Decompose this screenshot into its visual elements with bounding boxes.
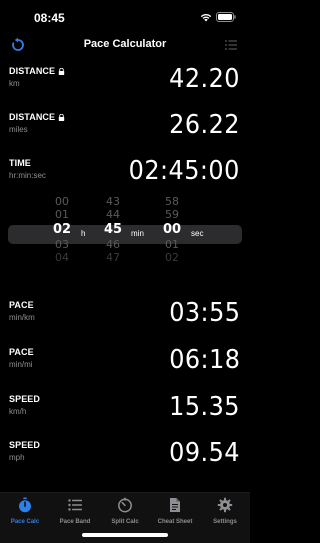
picker-seconds-above-1: 58: [165, 195, 179, 208]
wifi-icon: [200, 13, 212, 21]
home-indicator: [82, 533, 168, 537]
picker-hours-column[interactable]: 00 01 02 03 04: [42, 195, 82, 264]
time-row[interactable]: TIME hr:min:sec 02:45:00: [0, 156, 250, 196]
distance-km-value[interactable]: 42.20: [169, 64, 240, 94]
picker-minutes-column[interactable]: 43 44 45 46 47: [93, 195, 133, 264]
picker-hours-below-2: 04: [55, 250, 69, 264]
picker-seconds-above-2: 59: [165, 207, 179, 221]
pace-km-value[interactable]: 03:55: [169, 298, 240, 328]
speed-kmh-value[interactable]: 15.35: [169, 392, 240, 422]
tab-split-calc[interactable]: Split Calc: [100, 497, 150, 525]
time-value[interactable]: 02:45:00: [129, 156, 240, 186]
status-time: 08:45: [34, 11, 65, 25]
list-icon: [68, 499, 82, 511]
distance-mi-value[interactable]: 26.22: [169, 110, 240, 140]
picker-seconds-below-2: 02: [165, 250, 179, 264]
distance-mi-row[interactable]: DISTANCE miles 26.22: [0, 110, 250, 150]
distance-km-label-group: DISTANCE: [9, 66, 65, 76]
pace-km-unit: min/km: [9, 313, 35, 322]
pace-mi-value[interactable]: 06:18: [169, 345, 240, 375]
picker-minutes-selected[interactable]: 45: [93, 223, 133, 237]
pace-mi-label: PACE: [9, 347, 34, 357]
tab-label: Pace Calc: [10, 519, 40, 525]
picker-seconds-below-1: 01: [165, 238, 179, 252]
pace-km-row[interactable]: PACE min/km 03:55: [0, 298, 250, 338]
tab-label: Split Calc: [111, 519, 139, 525]
gear-icon: [217, 497, 233, 513]
speed-mph-row[interactable]: SPEED mph 09.54: [0, 438, 250, 478]
picker-minutes-below-2: 47: [106, 250, 120, 264]
picker-hours-unit: h: [81, 229, 86, 238]
stopwatch-icon: [19, 497, 31, 513]
tab-cheat-sheet[interactable]: Cheat Sheet: [150, 497, 200, 525]
tab-label: Settings: [213, 519, 237, 525]
distance-mi-unit: miles: [9, 125, 28, 134]
distance-km-unit: km: [9, 79, 20, 88]
picker-minutes-unit: min: [131, 229, 144, 238]
tab-settings[interactable]: Settings: [200, 497, 250, 525]
pace-mi-row[interactable]: PACE min/mi 06:18: [0, 345, 250, 385]
speed-mph-label: SPEED: [9, 440, 41, 450]
speed-kmh-row[interactable]: SPEED km/h 15.35: [0, 392, 250, 432]
time-label: TIME: [9, 158, 31, 168]
picker-minutes-below-1: 46: [106, 238, 120, 252]
picker-hours-above-1: 00: [55, 195, 69, 208]
status-bar: 08:45: [0, 0, 250, 34]
tab-label: Pace Band: [59, 519, 91, 525]
distance-km-row[interactable]: DISTANCE km 42.20: [0, 64, 250, 104]
list-menu-icon[interactable]: [224, 38, 238, 52]
nav-bar: Pace Calculator: [0, 34, 250, 56]
tab-pace-calc[interactable]: Pace Calc: [0, 497, 50, 525]
picker-seconds-unit: sec: [191, 229, 204, 238]
lock-icon: [58, 113, 65, 121]
picker-hours-above-2: 01: [55, 207, 69, 221]
speed-mph-unit: mph: [9, 453, 25, 462]
picker-seconds-column[interactable]: 58 59 00 01 02: [152, 195, 192, 264]
picker-minutes-above-1: 43: [106, 195, 120, 208]
document-icon: [170, 498, 180, 512]
distance-km-label: DISTANCE: [9, 66, 56, 76]
tab-label: Cheat Sheet: [157, 519, 193, 525]
speed-mph-value[interactable]: 09.54: [169, 438, 240, 468]
picker-seconds-selected[interactable]: 00: [152, 223, 192, 237]
speed-kmh-unit: km/h: [9, 407, 27, 416]
picker-hours-below-1: 03: [55, 238, 69, 252]
battery-icon: [216, 12, 236, 22]
page-title: Pace Calculator: [83, 38, 167, 50]
picker-minutes-above-2: 44: [106, 207, 120, 221]
speed-kmh-label: SPEED: [9, 394, 41, 404]
distance-mi-label-group: DISTANCE: [9, 112, 65, 122]
lock-icon: [58, 67, 65, 75]
tab-pace-band[interactable]: Pace Band: [50, 497, 100, 525]
timer-icon: [118, 497, 132, 513]
time-unit: hr:min:sec: [9, 171, 46, 180]
pace-mi-unit: min/mi: [9, 360, 33, 369]
distance-mi-label: DISTANCE: [9, 112, 56, 122]
time-picker[interactable]: 00 01 02 03 04 h 43 44 45 46 47 min 58 5…: [0, 195, 250, 274]
picker-hours-selected[interactable]: 02: [42, 223, 82, 237]
pace-km-label: PACE: [9, 300, 34, 310]
status-icons: [200, 12, 236, 22]
